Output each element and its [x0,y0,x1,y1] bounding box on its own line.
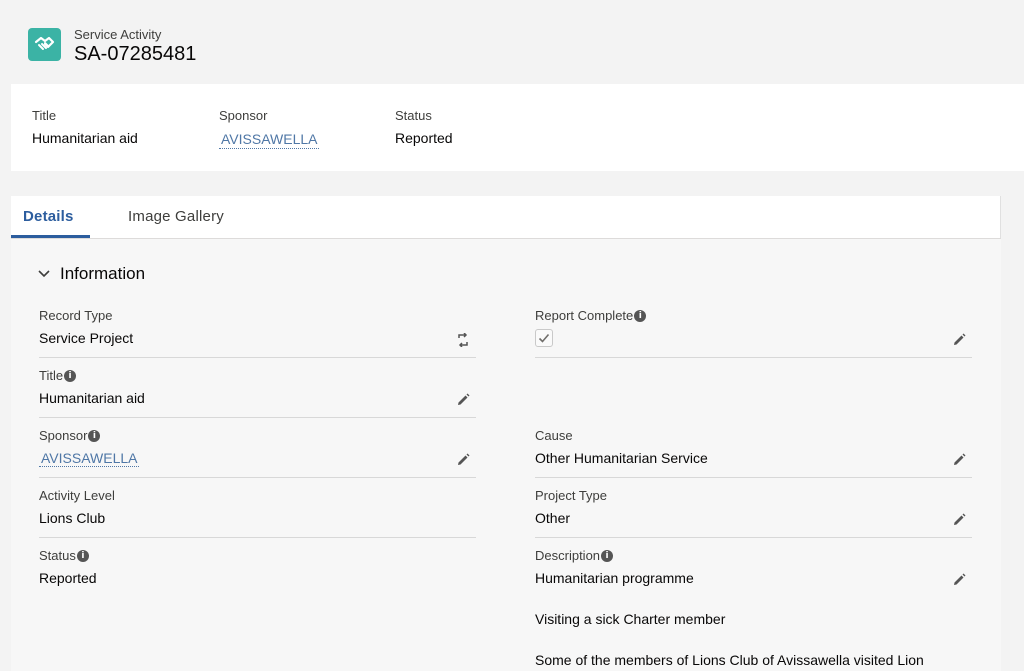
report-complete-label-text: Report Complete [535,308,634,323]
field-label: Record Type [39,308,113,323]
field-label: Title i [39,368,77,383]
checkmark-icon [538,333,550,343]
section-title[interactable]: Information [60,264,145,284]
field-status: Status i Reported [39,538,476,598]
highlights-panel: Title Humanitarian aid Sponsor AVISSAWEL… [11,84,1024,171]
chevron-down-icon[interactable] [38,270,50,278]
description-line: Humanitarian programme [535,570,694,586]
field-title: Title i Humanitarian aid [39,358,476,418]
field-label: Status i [39,548,89,563]
field-record-type: Record Type Service Project [39,298,476,358]
highlight-status-label: Status [395,108,432,123]
report-complete-checkbox [535,329,553,347]
field-value: Humanitarian aid [39,390,145,406]
sponsor-link[interactable]: AVISSAWELLA [39,450,140,467]
info-icon[interactable]: i [76,549,89,562]
active-tab-indicator [11,235,90,238]
field-description: Description i Humanitarian programme Visi… [535,538,972,671]
sponsor-label-text: Sponsor [39,428,88,443]
change-record-type-icon[interactable] [456,333,470,347]
info-icon[interactable]: i [601,549,614,562]
highlight-status-value: Reported [395,130,453,146]
pencil-edit-icon[interactable] [952,453,966,467]
field-value: Other [535,510,571,526]
field-label: Project Type [535,488,608,503]
details-card: Details Image Gallery Information Record… [11,196,1001,671]
field-label: Sponsor i [39,428,101,443]
tab-details[interactable]: Details [23,208,74,225]
status-label-text: Status [39,548,76,563]
highlight-title-value: Humanitarian aid [32,130,138,146]
field-value-wrap: AVISSAWELLA [39,450,140,467]
description-line: Visiting a sick Charter member [535,611,726,627]
field-value: Lions Club [39,510,106,526]
description-label-text: Description [535,548,601,563]
details-body: Information Record Type Service Project … [11,239,1001,671]
field-label: Report Complete i [535,308,647,323]
record-header: Service Activity SA-07285481 [0,0,1024,84]
info-icon[interactable]: i [634,309,647,322]
tab-image-gallery[interactable]: Image Gallery [128,208,224,225]
pencil-edit-icon[interactable] [952,573,966,587]
info-icon[interactable]: i [88,429,101,442]
field-project-type: Project Type Other [535,478,972,538]
highlight-status: Status Reported [395,107,453,147]
field-value: Other Humanitarian Service [535,450,708,466]
highlight-sponsor: Sponsor AVISSAWELLA [219,107,320,149]
highlight-title-label: Title [32,108,57,123]
highlight-sponsor-label: Sponsor [219,108,268,123]
pencil-edit-icon[interactable] [952,513,966,527]
handshake-icon [28,28,61,61]
field-label: Description i [535,548,614,563]
field-activity-level: Activity Level Lions Club [39,478,476,538]
field-label: Activity Level [39,488,115,503]
info-icon[interactable]: i [64,369,77,382]
field-value: Reported [39,570,97,586]
pencil-edit-icon[interactable] [952,333,966,347]
object-type-label: Service Activity [74,27,162,42]
highlight-sponsor-link[interactable]: AVISSAWELLA [219,131,320,149]
title-label-text: Title [39,368,64,383]
highlight-title: Title Humanitarian aid [32,107,138,147]
field-sponsor: Sponsor i AVISSAWELLA [39,418,476,478]
field-label: Cause [535,428,573,443]
pencil-edit-icon[interactable] [456,453,470,467]
record-name: SA-07285481 [74,43,197,65]
field-report-complete: Report Complete i [535,298,972,358]
field-value: Service Project [39,330,134,346]
description-line: Some of the members of Lions Club of Avi… [535,652,924,668]
field-cause: Cause Other Humanitarian Service [535,418,972,478]
tab-bar: Details Image Gallery [11,196,1001,239]
pencil-edit-icon[interactable] [456,393,470,407]
